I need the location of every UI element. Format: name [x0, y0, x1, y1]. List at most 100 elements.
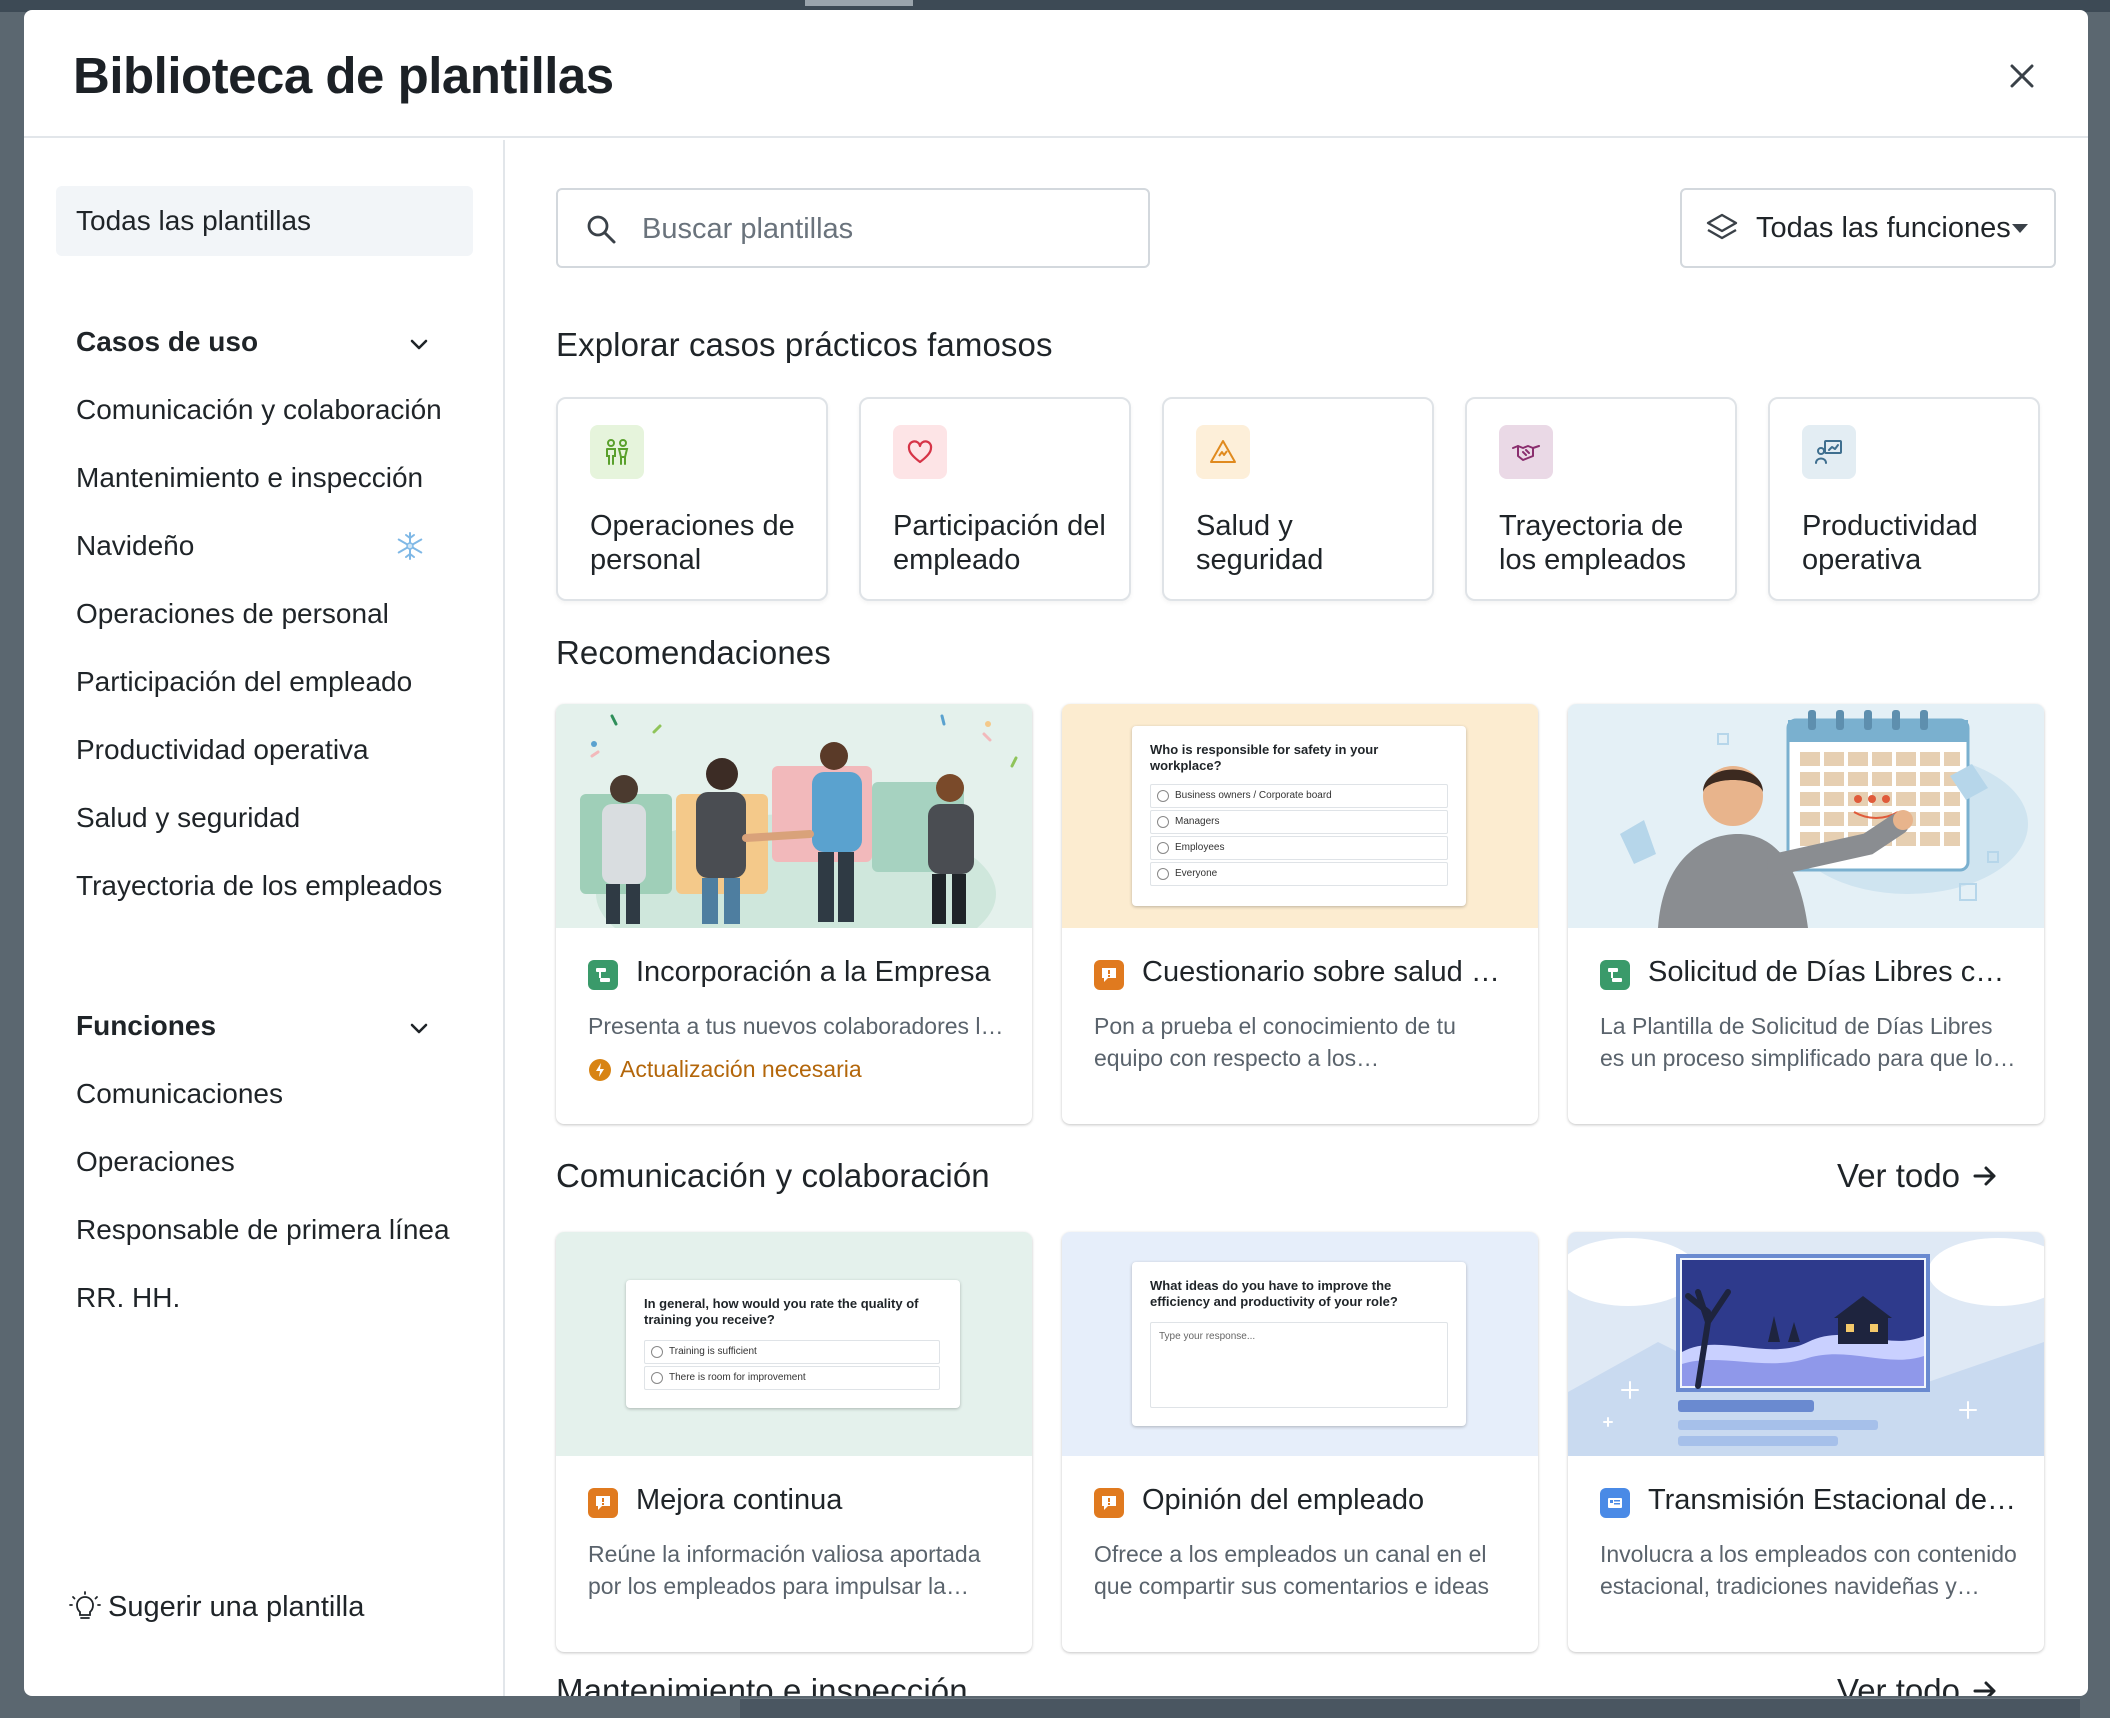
sidebar-item-function[interactable]: Responsable de primera línea	[76, 1214, 450, 1246]
see-all-link[interactable]: Ver todo	[1837, 1157, 2000, 1195]
functions-dropdown-value: Todas las funciones	[1756, 211, 2011, 244]
survey-mock: Who is responsible for safety in your wo…	[1132, 726, 1466, 906]
recommendations-heading: Recomendaciones	[556, 634, 831, 671]
template-description: Involucra a los empleados con contenido …	[1600, 1541, 2017, 1599]
sidebar-item-function[interactable]: RR. HH.	[76, 1282, 180, 1314]
see-all-label: Ver todo	[1837, 1672, 1960, 1696]
template-description: Presenta a tus nuevos colaboradores los …	[588, 1013, 1008, 1039]
presentation-icon	[1802, 425, 1856, 479]
sidebar-item-function[interactable]: Operaciones	[76, 1146, 235, 1178]
survey-mock: In general, how would you rate the quali…	[626, 1280, 960, 1408]
communication-heading: Comunicación y colaboración	[556, 1157, 990, 1194]
heart-icon	[893, 425, 947, 479]
chevron-down-icon[interactable]	[404, 330, 434, 360]
template-title: Transmisión Estacional de Navidad	[1648, 1484, 2018, 1516]
use-case-card[interactable]: Productividad operativa	[1768, 397, 2040, 601]
template-thumbnail: What ideas do you have to improve the ef…	[1062, 1232, 1538, 1456]
use-case-label: Salud y seguridad	[1196, 510, 1324, 576]
template-card[interactable]: Incorporación a la Empresa Presenta a tu…	[556, 704, 1032, 1124]
template-title: Cuestionario sobre salud y seguridad	[1142, 956, 1512, 988]
template-thumbnail	[1568, 1232, 2044, 1456]
snowflake-icon	[397, 532, 423, 560]
close-icon	[2010, 64, 2034, 88]
chevron-down-icon[interactable]	[404, 1014, 434, 1044]
update-required-badge[interactable]: Actualización necesaria	[588, 1056, 862, 1083]
flow-icon	[1600, 960, 1630, 990]
layers-icon	[1706, 213, 1738, 240]
sidebar-item-function[interactable]: Comunicaciones	[76, 1078, 283, 1110]
use-case-label: Operaciones de personal	[590, 510, 795, 576]
sidebar-item-use-case[interactable]: Operaciones de personal	[76, 598, 389, 630]
survey-mock: What ideas do you have to improve the ef…	[1132, 1262, 1466, 1426]
lightning-icon	[589, 1058, 611, 1081]
template-thumbnail: In general, how would you rate the quali…	[556, 1232, 1032, 1456]
template-library-modal: Biblioteca de plantillas Todas las plant…	[24, 10, 2088, 1696]
use-case-card[interactable]: Salud y seguridad	[1162, 397, 1434, 601]
template-description: La Plantilla de Solicitud de Días Libres…	[1600, 1013, 2005, 1071]
quiz-icon	[588, 1488, 618, 1518]
use-case-card[interactable]: Operaciones de personal	[556, 397, 828, 601]
template-description: Pon a prueba el conocimiento de tu equip…	[1094, 1013, 1456, 1071]
sidebar: Todas las plantillas Casos de uso Comuni…	[24, 140, 505, 1696]
use-case-card[interactable]: Participación del empleado	[859, 397, 1131, 601]
broadcast-icon	[1600, 1488, 1630, 1518]
arrow-right-icon	[1973, 1681, 1996, 1696]
sidebar-item-all-templates[interactable]: Todas las plantillas	[56, 186, 473, 256]
mock-question: In general, how would you rate the quali…	[644, 1296, 919, 1327]
search-box[interactable]	[556, 188, 1150, 268]
template-title: Incorporación a la Empresa	[636, 956, 991, 988]
modal-title: Biblioteca de plantillas	[73, 47, 614, 104]
section-use-cases-title[interactable]: Casos de uso	[76, 326, 258, 358]
template-card[interactable]: In general, how would you rate the quali…	[556, 1232, 1032, 1652]
template-card[interactable]: What ideas do you have to improve the ef…	[1062, 1232, 1538, 1652]
update-required-label: Actualización necesaria	[620, 1056, 862, 1082]
sidebar-item-use-case[interactable]: Mantenimiento e inspección	[76, 462, 423, 494]
template-card[interactable]: Solicitud de Días Libres con aprobación …	[1568, 704, 2044, 1124]
lightbulb-icon	[69, 1591, 101, 1619]
mock-option: Business owners / Corporate board	[1150, 784, 1448, 808]
caret-down-icon	[2012, 224, 2028, 233]
sidebar-item-use-case[interactable]: Comunicación y colaboración	[76, 394, 442, 426]
arrow-right-icon	[1973, 1166, 1996, 1186]
close-button[interactable]	[2000, 54, 2044, 98]
template-title: Opinión del empleado	[1142, 1484, 1425, 1516]
quiz-icon	[1094, 1488, 1124, 1518]
sidebar-item-use-case[interactable]: Productividad operativa	[76, 734, 369, 766]
sidebar-item-use-case[interactable]: Salud y seguridad	[76, 802, 300, 834]
explore-heading: Explorar casos prácticos famosos	[556, 326, 1053, 363]
mock-option: There is room for improvement	[644, 1366, 940, 1390]
use-case-card[interactable]: Trayectoria de los empleados	[1465, 397, 1737, 601]
sidebar-item-use-case[interactable]: Navideño	[76, 530, 194, 562]
use-case-label: Productividad operativa	[1802, 510, 1978, 576]
suggest-template-label: Sugerir una plantilla	[108, 1590, 365, 1623]
sidebar-item-use-case[interactable]: Trayectoria de los empleados	[76, 870, 442, 902]
template-card[interactable]: Who is responsible for safety in your wo…	[1062, 704, 1538, 1124]
search-icon	[587, 215, 616, 244]
modal-header: Biblioteca de plantillas	[24, 10, 2088, 138]
see-all-label: Ver todo	[1837, 1157, 1960, 1194]
flow-icon	[588, 960, 618, 990]
mock-question: Who is responsible for safety in your wo…	[1150, 742, 1379, 773]
background-tab	[805, 0, 913, 6]
mock-option: Employees	[1150, 836, 1448, 860]
people-icon	[590, 425, 644, 479]
template-thumbnail	[556, 704, 1032, 928]
use-case-label: Participación del empleado	[893, 510, 1106, 576]
template-description: Reúne la información valiosa aportada po…	[588, 1541, 981, 1599]
mock-option: Managers	[1150, 810, 1448, 834]
section-functions-title[interactable]: Funciones	[76, 1010, 216, 1042]
suggest-template-link[interactable]: Sugerir una plantilla	[68, 1590, 364, 1624]
see-all-link[interactable]: Ver todo	[1837, 1672, 2000, 1696]
search-input[interactable]	[642, 204, 1132, 254]
template-title: Mejora continua	[636, 1484, 843, 1516]
handshake-icon	[1499, 425, 1553, 479]
maintenance-heading: Mantenimiento e inspección	[556, 1672, 968, 1696]
sidebar-item-use-case[interactable]: Participación del empleado	[76, 666, 412, 698]
warning-icon	[1196, 425, 1250, 479]
template-thumbnail: Who is responsible for safety in your wo…	[1062, 704, 1538, 928]
mock-option: Training is sufficient	[644, 1340, 940, 1364]
template-thumbnail	[1568, 704, 2044, 928]
template-card[interactable]: Transmisión Estacional de Navidad Involu…	[1568, 1232, 2044, 1652]
template-description: Ofrece a los empleados un canal en el qu…	[1094, 1541, 1490, 1599]
functions-dropdown[interactable]: Todas las funciones	[1680, 188, 2056, 268]
